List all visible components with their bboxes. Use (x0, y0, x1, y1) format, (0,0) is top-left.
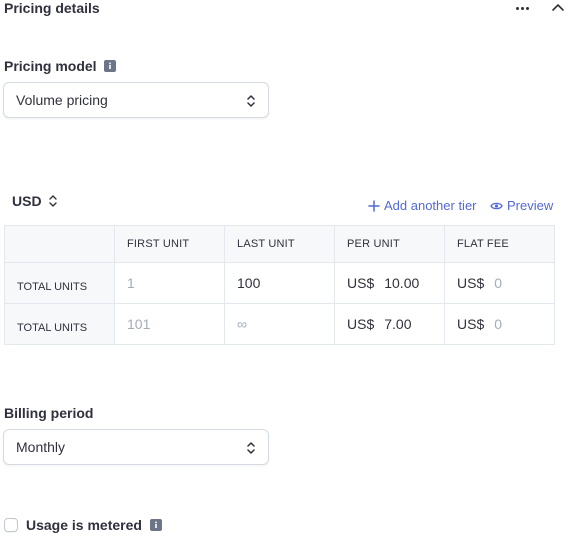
preview-label: Preview (507, 198, 554, 213)
pricing-model-label: Pricing model (4, 58, 116, 74)
per-unit-input[interactable]: US$ 7.00 (334, 303, 445, 345)
last-unit-input[interactable]: 100 (224, 262, 335, 304)
table-header: LAST UNIT (224, 225, 335, 263)
per-unit-value: 10.00 (384, 275, 420, 291)
add-tier-label: Add another tier (384, 198, 477, 213)
currency-prefix: US$ (457, 316, 485, 332)
billing-period-label-text: Billing period (4, 405, 94, 421)
first-unit-input[interactable]: 1 (114, 262, 225, 304)
section-title: Pricing details (4, 0, 100, 16)
chevron-updown-icon (48, 195, 57, 207)
table-row: TOTAL UNITS 101 ∞ US$ 7.00 US$ 0 (4, 303, 555, 345)
metered-label[interactable]: Usage is metered (26, 517, 142, 533)
info-icon[interactable] (103, 60, 116, 72)
eye-icon (490, 202, 503, 209)
billing-period-value: Monthly (16, 439, 66, 455)
plus-icon (368, 199, 380, 212)
flat-fee-value: 0 (494, 316, 503, 332)
per-unit-value: 7.00 (384, 316, 412, 332)
chevron-updown-icon (247, 95, 255, 107)
currency-prefix: US$ (457, 275, 485, 291)
currency-selector[interactable]: USD (12, 193, 58, 209)
billing-period-label: Billing period (4, 405, 93, 421)
first-unit-input[interactable]: 101 (114, 303, 225, 345)
pricing-model-value: Volume pricing (16, 92, 108, 108)
collapse-button[interactable] (549, 0, 567, 16)
flat-fee-input[interactable]: US$ 0 (444, 303, 555, 345)
tiers-table: FIRST UNIT LAST UNIT PER UNIT FLAT FEE T… (4, 225, 555, 345)
table-row: TOTAL UNITS 1 100 US$ 10.00 US$ 0 (4, 262, 555, 304)
last-unit-input[interactable]: ∞ (224, 303, 335, 345)
table-header-empty (4, 225, 115, 263)
billing-period-select[interactable]: Monthly (3, 429, 269, 465)
info-icon[interactable] (149, 519, 162, 531)
pricing-model-label-text: Pricing model (4, 58, 97, 74)
flat-fee-input[interactable]: US$ 0 (444, 262, 555, 304)
table-header: FIRST UNIT (114, 225, 225, 263)
currency-code: USD (12, 193, 42, 209)
currency-prefix: US$ (347, 275, 375, 291)
row-label: TOTAL UNITS (4, 262, 115, 304)
currency-prefix: US$ (347, 316, 375, 332)
table-header: FLAT FEE (444, 225, 555, 263)
chevron-updown-icon (247, 442, 255, 454)
preview-button[interactable]: Preview (490, 198, 553, 213)
table-header: PER UNIT (334, 225, 445, 263)
flat-fee-value: 0 (494, 275, 503, 291)
metered-checkbox[interactable] (4, 518, 18, 532)
table-header-row: FIRST UNIT LAST UNIT PER UNIT FLAT FEE (4, 225, 555, 263)
chevron-up-icon (552, 4, 564, 11)
pricing-model-select[interactable]: Volume pricing (3, 82, 269, 118)
per-unit-input[interactable]: US$ 10.00 (334, 262, 445, 304)
row-label: TOTAL UNITS (4, 303, 115, 345)
add-tier-button[interactable]: Add another tier (368, 198, 477, 213)
metered-row: Usage is metered (4, 517, 162, 533)
more-icon (515, 6, 519, 10)
more-options-button[interactable] (512, 0, 532, 16)
